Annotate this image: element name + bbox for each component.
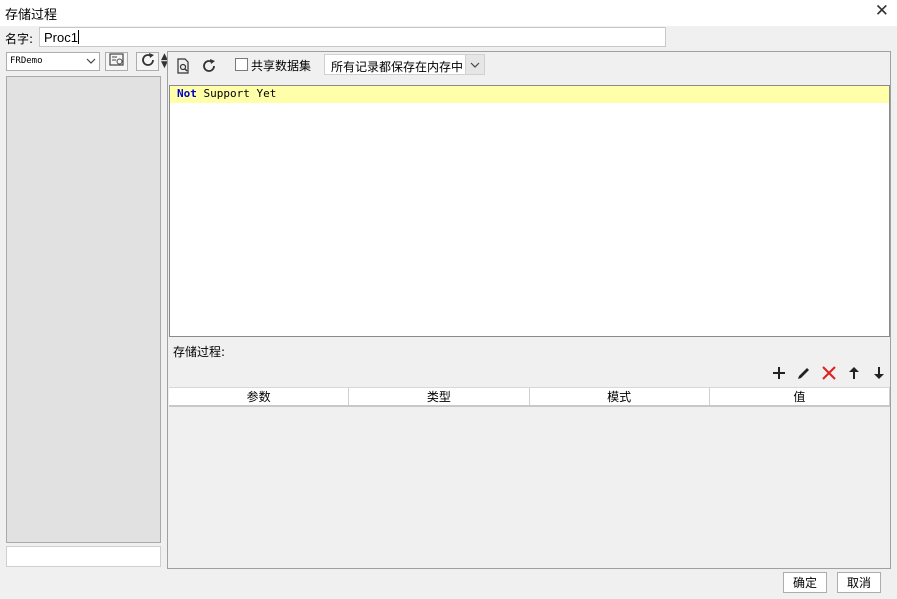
left-panel: FRDemo (5, 51, 163, 569)
editor-keyword: Not (177, 87, 197, 100)
window-title: 存储过程 (5, 8, 58, 23)
refresh-icon (140, 52, 156, 72)
sql-editor[interactable]: Not Support Yet (169, 85, 890, 337)
right-panel: 共享数据集 所有记录都保存在内存中 Not Support Yet 存储过程: … (167, 51, 891, 569)
title-bar: 存储过程 ✕ (0, 0, 897, 26)
editor-text: Support Yet (196, 87, 277, 100)
procedure-label: 存储过程: (173, 345, 226, 359)
database-select-value: FRDemo (10, 56, 43, 66)
delete-icon[interactable] (819, 364, 839, 382)
table-tree[interactable] (6, 76, 161, 543)
name-input-value: Proc1 (44, 30, 78, 45)
column-header-type[interactable]: 类型 (349, 388, 530, 405)
chevron-down-icon (86, 54, 96, 71)
editor-line: Not Support Yet (170, 86, 889, 103)
column-header-mode[interactable]: 模式 (530, 388, 710, 405)
name-input[interactable]: Proc1 (39, 27, 666, 47)
parameter-table-header: 参数 类型 模式 值 (169, 388, 890, 407)
edit-data-connection-button[interactable] (105, 52, 128, 71)
add-icon[interactable] (769, 364, 789, 382)
column-header-parameter[interactable]: 参数 (169, 388, 350, 405)
database-select[interactable]: FRDemo (6, 52, 100, 71)
storage-mode-value: 所有记录都保存在内存中 (331, 60, 464, 74)
refresh-connection-button[interactable] (136, 52, 159, 71)
preview-icon[interactable] (173, 57, 193, 75)
chevron-down-icon (465, 55, 484, 74)
name-label: 名字: (5, 32, 34, 46)
edit-icon[interactable] (794, 364, 814, 382)
parameter-table[interactable]: 参数 类型 模式 值 (169, 387, 890, 568)
cancel-button[interactable]: 取消 (837, 572, 881, 593)
edit-data-connection-icon (108, 52, 125, 71)
table-search-input[interactable] (6, 546, 161, 567)
share-dataset-label: 共享数据集 (251, 59, 312, 73)
close-icon[interactable]: ✕ (875, 1, 889, 21)
refresh-icon[interactable] (199, 57, 219, 75)
move-down-icon[interactable] (869, 364, 889, 382)
move-up-icon[interactable] (844, 364, 864, 382)
column-header-value[interactable]: 值 (710, 388, 890, 405)
text-caret (77, 30, 79, 44)
ok-button[interactable]: 确定 (783, 572, 827, 593)
share-dataset-checkbox[interactable] (235, 58, 248, 71)
storage-mode-select[interactable]: 所有记录都保存在内存中 (324, 54, 485, 75)
